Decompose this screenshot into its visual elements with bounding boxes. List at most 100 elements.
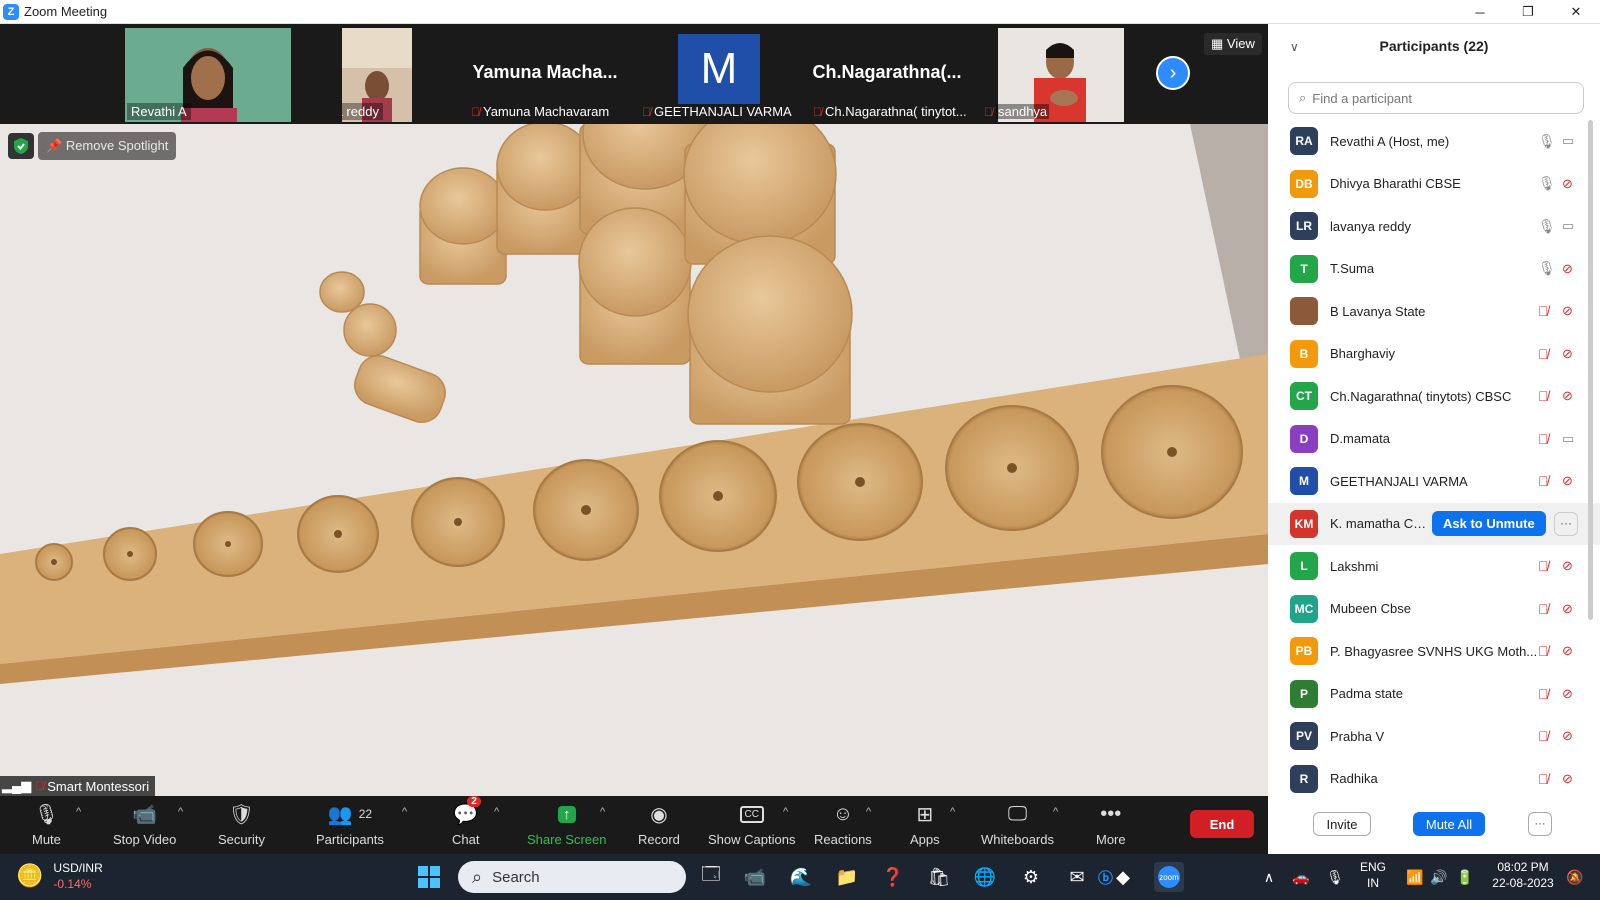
participant-row[interactable]: MC Mubeen Cbse 🎙̸ ⊘: [1268, 588, 1600, 631]
video-tile[interactable]: Yamuna Macha... 🎙̸ Yamuna Machavaram: [465, 28, 625, 122]
settings-icon[interactable]: ⚙: [1016, 862, 1046, 892]
share-screen-button[interactable]: ↑ Share Screen: [527, 800, 607, 847]
task-view-icon[interactable]: 🗔: [696, 862, 726, 892]
view-button[interactable]: ▦ View: [1204, 33, 1262, 55]
whiteboards-button[interactable]: 🖵 Whiteboards: [981, 800, 1054, 848]
apps-button[interactable]: ⊞ Apps: [910, 800, 940, 848]
video-off-icon[interactable]: ⊘: [1562, 601, 1573, 617]
windows-start-icon[interactable]: [414, 862, 444, 892]
share-options-caret[interactable]: ^: [600, 806, 605, 818]
video-off-icon[interactable]: ⊘: [1562, 473, 1573, 489]
stop-video-button[interactable]: 📹 Stop Video: [113, 800, 176, 848]
scrollbar[interactable]: [1588, 120, 1593, 620]
video-camera-icon[interactable]: ▭: [1562, 133, 1574, 149]
taskbar-search[interactable]: ⌕ Search ⓑ: [458, 861, 1113, 893]
participant-row[interactable]: L Lakshmi 🎙̸ ⊘: [1268, 545, 1600, 588]
microphone-icon[interactable]: 🎙: [1538, 260, 1556, 277]
copilot-icon[interactable]: ◆: [1108, 862, 1138, 892]
mic-muted-icon[interactable]: 🎙̸: [1538, 346, 1549, 362]
participant-row[interactable]: DB Dhivya Bharathi CBSE 🎙 ⊘: [1268, 163, 1600, 206]
notifications-icon[interactable]: 🔕: [1560, 862, 1590, 892]
maximize-button[interactable]: ❐: [1504, 0, 1552, 24]
participant-row[interactable]: PB P. Bhagyasree SVNHS UKG Moth... 🎙̸ ⊘: [1268, 630, 1600, 673]
mute-all-button[interactable]: Mute All: [1413, 812, 1485, 836]
language-indicator[interactable]: ENG IN: [1360, 859, 1386, 891]
mic-muted-icon[interactable]: 🎙̸: [1538, 558, 1549, 574]
participants-button[interactable]: 👥 22 Participants: [316, 800, 384, 848]
participant-row[interactable]: P Padma state 🎙̸ ⊘: [1268, 673, 1600, 716]
participant-row[interactable]: R Radhika 🎙̸ ⊘: [1268, 758, 1600, 801]
video-off-icon[interactable]: ⊘: [1562, 558, 1573, 574]
microphone-icon[interactable]: 🎙: [1538, 218, 1556, 235]
microphone-tray-icon[interactable]: 🎙: [1320, 862, 1350, 892]
mic-muted-icon[interactable]: 🎙̸: [1538, 728, 1549, 744]
participant-row[interactable]: D D.mamata 🎙̸ ▭: [1268, 418, 1600, 461]
participant-row[interactable]: T T.Suma 🎙 ⊘: [1268, 248, 1600, 291]
security-tray-icon[interactable]: 🚗: [1286, 862, 1316, 892]
participant-search-input[interactable]: ⌕ Find a participant: [1288, 82, 1584, 114]
mic-muted-icon[interactable]: 🎙̸: [1538, 601, 1549, 617]
video-off-icon[interactable]: ⊘: [1562, 176, 1573, 192]
participant-row[interactable]: B Bharghaviy 🎙̸ ⊘: [1268, 333, 1600, 376]
mic-muted-icon[interactable]: 🎙̸: [1538, 473, 1549, 489]
microsoft-store-icon[interactable]: 🛍: [924, 862, 954, 892]
remove-spotlight-button[interactable]: 📌 Remove Spotlight: [38, 132, 177, 160]
next-page-button[interactable]: ›: [1156, 56, 1190, 90]
video-tile[interactable]: M 🎙̸ GEETHANJALI VARMA: [636, 28, 796, 122]
captions-options-caret[interactable]: ^: [783, 806, 788, 818]
apps-options-caret[interactable]: ^: [950, 806, 955, 818]
mic-muted-icon[interactable]: 🎙̸: [1538, 388, 1549, 404]
reactions-options-caret[interactable]: ^: [866, 806, 871, 818]
teams-icon[interactable]: 📹: [740, 862, 770, 892]
video-tile[interactable]: 🎙̸ sandhya: [978, 28, 1124, 122]
video-tile[interactable]: Revathi A: [125, 28, 291, 122]
show-hidden-icons-chevron[interactable]: ∧: [1254, 862, 1284, 892]
video-options-caret[interactable]: ^: [178, 806, 183, 818]
participant-row[interactable]: PV Prabha V 🎙̸ ⊘: [1268, 715, 1600, 758]
participants-options-caret[interactable]: ^: [402, 806, 407, 818]
chat-options-caret[interactable]: ^: [494, 806, 499, 818]
chat-button[interactable]: 💬 2 Chat: [452, 796, 481, 847]
close-button[interactable]: ✕: [1552, 0, 1600, 24]
mic-muted-icon[interactable]: 🎙̸: [1538, 771, 1549, 787]
video-off-icon[interactable]: ⊘: [1562, 643, 1573, 659]
security-button[interactable]: 🛡 Security: [218, 800, 265, 848]
edge-browser-icon[interactable]: 🌊: [786, 862, 816, 892]
participant-row[interactable]: KM K. mamatha CB... Ask to Unmute ···: [1268, 502, 1600, 545]
video-tile[interactable]: Ch.Nagarathna(... 🎙̸ Ch.Nagarathna( tinyt…: [807, 28, 967, 122]
video-camera-icon[interactable]: ▭: [1562, 431, 1574, 447]
microphone-icon[interactable]: 🎙: [1538, 175, 1556, 192]
record-button[interactable]: ◉ Record: [638, 800, 680, 848]
chrome-icon[interactable]: 🌐: [970, 862, 1000, 892]
mic-muted-icon[interactable]: 🎙̸: [1538, 303, 1549, 319]
video-off-icon[interactable]: ⊘: [1562, 346, 1573, 362]
ticker-widget[interactable]: 🪙 USD/INR -0.14%: [16, 860, 103, 892]
mute-button[interactable]: 🎙 Mute: [32, 800, 61, 848]
battery-icon[interactable]: 🔋: [1450, 862, 1480, 892]
participant-row[interactable]: RA Revathi A (Host, me) 🎙 ▭: [1268, 120, 1600, 163]
zoom-app-icon[interactable]: zoom: [1154, 862, 1184, 892]
reactions-button[interactable]: ☺ Reactions: [814, 800, 872, 848]
mail-icon[interactable]: ✉: [1062, 862, 1092, 892]
participants-more-button[interactable]: ···: [1528, 812, 1552, 836]
file-explorer-icon[interactable]: 📁: [832, 862, 862, 892]
mic-muted-icon[interactable]: 🎙̸: [1538, 431, 1549, 447]
clock[interactable]: 08:02 PM 22-08-2023: [1486, 859, 1560, 891]
invite-button[interactable]: Invite: [1313, 812, 1371, 836]
more-button[interactable]: ••• More: [1096, 800, 1126, 848]
video-off-icon[interactable]: ⊘: [1562, 728, 1573, 744]
video-off-icon[interactable]: ⊘: [1562, 303, 1573, 319]
video-camera-icon[interactable]: ▭: [1562, 218, 1574, 234]
microphone-icon[interactable]: 🎙: [1538, 133, 1556, 150]
video-off-icon[interactable]: ⊘: [1562, 686, 1573, 702]
video-off-icon[interactable]: ⊘: [1562, 771, 1573, 787]
minimize-button[interactable]: ─: [1456, 0, 1504, 24]
mic-muted-icon[interactable]: 🎙̸: [1538, 643, 1549, 659]
end-meeting-button[interactable]: End: [1190, 810, 1254, 838]
mute-options-caret[interactable]: ^: [76, 806, 81, 818]
participant-row[interactable]: LR lavanya reddy 🎙 ▭: [1268, 205, 1600, 248]
participant-row[interactable]: B Lavanya State 🎙̸ ⊘: [1268, 290, 1600, 333]
ask-to-unmute-button[interactable]: Ask to Unmute: [1432, 510, 1546, 536]
participant-more-button[interactable]: ···: [1554, 511, 1578, 536]
video-off-icon[interactable]: ⊘: [1562, 388, 1573, 404]
